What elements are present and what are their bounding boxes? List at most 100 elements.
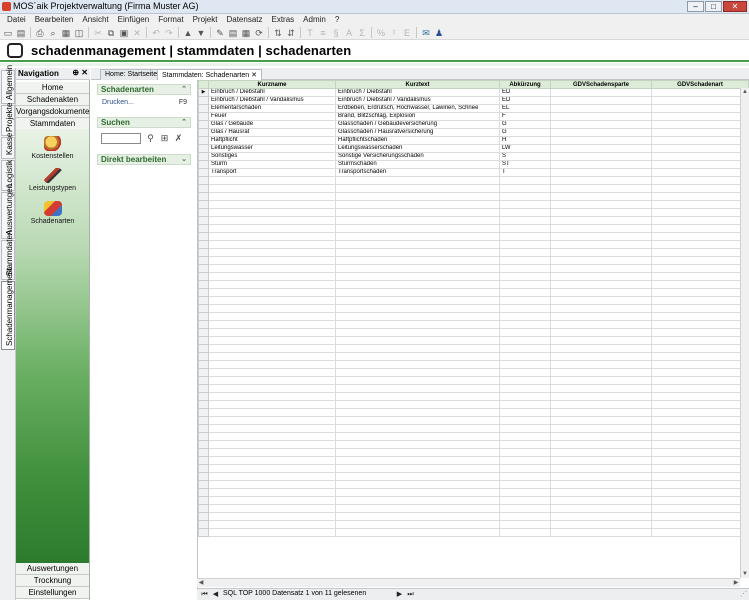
table-row[interactable]: Transport Transportschaden T bbox=[198, 168, 749, 177]
empty-cell[interactable] bbox=[499, 336, 551, 345]
empty-cell[interactable] bbox=[335, 496, 500, 505]
empty-cell[interactable] bbox=[208, 256, 336, 265]
column-header-abkuerzung[interactable]: Abkürzung bbox=[499, 80, 551, 89]
cell-kurztext[interactable]: Haftpflichtschaden bbox=[335, 136, 500, 145]
empty-cell[interactable] bbox=[335, 368, 500, 377]
empty-cell[interactable] bbox=[208, 224, 336, 233]
empty-cell[interactable] bbox=[550, 184, 652, 193]
empty-cell[interactable] bbox=[651, 320, 749, 329]
empty-cell[interactable] bbox=[550, 208, 652, 217]
empty-cell[interactable] bbox=[651, 448, 749, 457]
empty-cell[interactable] bbox=[550, 384, 652, 393]
empty-cell[interactable] bbox=[499, 408, 551, 417]
empty-cell[interactable] bbox=[335, 520, 500, 529]
cell-abkuerzung[interactable]: T bbox=[499, 168, 551, 177]
empty-cell[interactable] bbox=[335, 424, 500, 433]
empty-cell[interactable] bbox=[335, 352, 500, 361]
table-row-empty[interactable] bbox=[198, 480, 749, 489]
empty-cell[interactable] bbox=[335, 472, 500, 481]
cell-abkuerzung[interactable]: ED bbox=[499, 88, 551, 97]
empty-cell[interactable] bbox=[335, 416, 500, 425]
close-icon[interactable]: ✕ bbox=[723, 1, 747, 12]
resize-grip-icon[interactable]: ⋰ bbox=[740, 590, 749, 599]
cell-gdvschadensparte[interactable] bbox=[550, 136, 652, 145]
calendar-icon[interactable]: ▦ bbox=[240, 27, 252, 39]
cell-abkuerzung[interactable]: ED bbox=[499, 96, 551, 105]
empty-cell[interactable] bbox=[499, 184, 551, 193]
row-header[interactable] bbox=[198, 496, 209, 505]
empty-cell[interactable] bbox=[550, 312, 652, 321]
collapse-icon[interactable]: ⌃ bbox=[181, 85, 187, 95]
menu-projekt[interactable]: Projekt bbox=[189, 14, 223, 26]
table-row-empty[interactable] bbox=[198, 312, 749, 321]
cell-gdvschadensparte[interactable] bbox=[550, 112, 652, 121]
empty-cell[interactable] bbox=[335, 192, 500, 201]
cell-abkuerzung[interactable]: S bbox=[499, 152, 551, 161]
empty-cell[interactable] bbox=[499, 496, 551, 505]
cell-gdvschadensparte[interactable] bbox=[550, 144, 652, 153]
empty-cell[interactable] bbox=[499, 440, 551, 449]
row-header[interactable] bbox=[198, 408, 209, 417]
style-icon[interactable]: § bbox=[330, 27, 342, 39]
table-row-empty[interactable] bbox=[198, 392, 749, 401]
empty-cell[interactable] bbox=[335, 328, 500, 337]
empty-cell[interactable] bbox=[651, 424, 749, 433]
table-row-empty[interactable] bbox=[198, 344, 749, 353]
empty-cell[interactable] bbox=[550, 192, 652, 201]
scroll-down-icon[interactable]: ▼ bbox=[741, 570, 749, 578]
empty-cell[interactable] bbox=[499, 456, 551, 465]
print-icon[interactable]: ⎙ bbox=[34, 27, 46, 39]
empty-cell[interactable] bbox=[335, 384, 500, 393]
empty-cell[interactable] bbox=[550, 496, 652, 505]
empty-cell[interactable] bbox=[550, 488, 652, 497]
cell-kurzname[interactable]: Sonstiges bbox=[208, 152, 336, 161]
table-row-empty[interactable] bbox=[198, 224, 749, 233]
maximize-icon[interactable]: □ bbox=[705, 1, 722, 12]
row-header[interactable] bbox=[198, 464, 209, 473]
arrow-up-icon[interactable]: ▲ bbox=[182, 27, 194, 39]
empty-cell[interactable] bbox=[651, 368, 749, 377]
row-header[interactable] bbox=[198, 392, 209, 401]
cell-gdvschadensparte[interactable] bbox=[550, 88, 652, 97]
table-row-empty[interactable] bbox=[198, 512, 749, 521]
empty-cell[interactable] bbox=[550, 272, 652, 281]
empty-cell[interactable] bbox=[335, 232, 500, 241]
empty-cell[interactable] bbox=[651, 224, 749, 233]
cell-gdvschadenart[interactable] bbox=[651, 136, 749, 145]
row-header[interactable] bbox=[198, 528, 209, 537]
row-header[interactable] bbox=[198, 104, 209, 113]
empty-cell[interactable] bbox=[499, 256, 551, 265]
row-header[interactable] bbox=[198, 344, 209, 353]
decimal-icon[interactable]: ¹ bbox=[388, 27, 400, 39]
tab-schadenmanagement[interactable]: Schadenmanagement bbox=[1, 268, 15, 350]
empty-cell[interactable] bbox=[499, 360, 551, 369]
empty-cell[interactable] bbox=[335, 208, 500, 217]
empty-cell[interactable] bbox=[208, 272, 336, 281]
row-header[interactable] bbox=[198, 112, 209, 121]
row-header[interactable] bbox=[198, 328, 209, 337]
empty-cell[interactable] bbox=[499, 296, 551, 305]
nav-item-trocknung[interactable]: Trocknung bbox=[16, 575, 89, 587]
cell-kurzname[interactable]: Glas / Hausrat bbox=[208, 128, 336, 137]
menu-bearbeiten[interactable]: Bearbeiten bbox=[31, 14, 79, 26]
empty-cell[interactable] bbox=[651, 232, 749, 241]
empty-cell[interactable] bbox=[550, 480, 652, 489]
empty-cell[interactable] bbox=[550, 504, 652, 513]
list-icon[interactable]: ≡ bbox=[317, 27, 329, 39]
search-input[interactable] bbox=[101, 133, 141, 144]
empty-cell[interactable] bbox=[335, 360, 500, 369]
cell-gdvschadensparte[interactable] bbox=[550, 96, 652, 105]
cell-kurzname[interactable]: Einbruch / Diebstahl / Vandalismus bbox=[208, 96, 336, 105]
empty-cell[interactable] bbox=[499, 320, 551, 329]
empty-cell[interactable] bbox=[499, 392, 551, 401]
empty-cell[interactable] bbox=[499, 280, 551, 289]
table-row[interactable]: Einbruch / Diebstahl / Vandalismus Einbru… bbox=[198, 96, 749, 105]
cell-gdvschadenart[interactable] bbox=[651, 144, 749, 153]
empty-cell[interactable] bbox=[208, 352, 336, 361]
tab-home-startseite[interactable]: Home: Startseite bbox=[100, 69, 163, 80]
cell-kurztext[interactable]: Sonstige Versicherungsschäden bbox=[335, 152, 500, 161]
row-header[interactable] bbox=[198, 192, 209, 201]
percent-icon[interactable]: % bbox=[375, 27, 387, 39]
empty-cell[interactable] bbox=[499, 208, 551, 217]
table-row[interactable]: Glas / Hausrat Glasschaden / Hausratversi… bbox=[198, 128, 749, 137]
